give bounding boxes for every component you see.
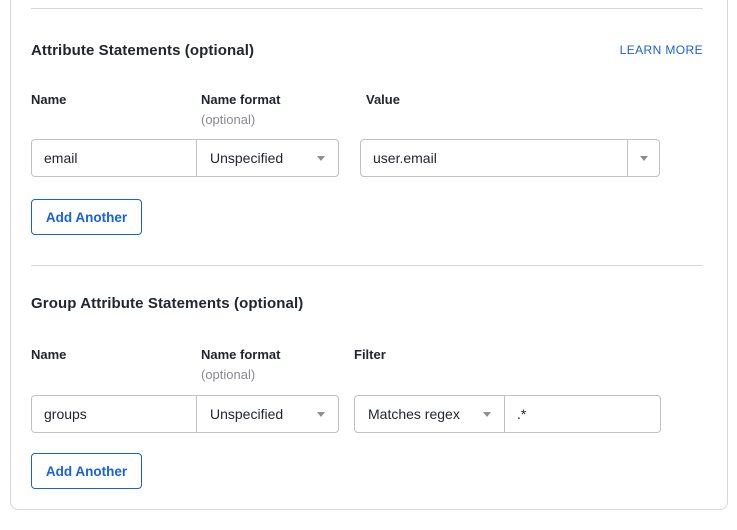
group-name-field [31, 395, 197, 433]
column-label-name: Name [31, 92, 66, 107]
attribute-name-input[interactable] [32, 140, 196, 176]
section-divider [31, 8, 703, 9]
attribute-name-format-select[interactable]: Unspecified [196, 139, 339, 177]
attribute-value-field [360, 139, 628, 177]
chevron-down-icon [317, 412, 325, 417]
add-another-group-attribute-button[interactable]: Add Another [31, 453, 142, 489]
attribute-name-field [31, 139, 197, 177]
chevron-down-icon [483, 412, 491, 417]
add-another-attribute-button[interactable]: Add Another [31, 199, 142, 235]
chevron-down-icon [640, 156, 648, 161]
group-filter-value-field [504, 395, 661, 433]
column-note-optional: (optional) [201, 367, 255, 382]
attribute-name-format-value: Unspecified [210, 150, 283, 166]
chevron-down-icon [317, 156, 325, 161]
column-note-optional: (optional) [201, 112, 255, 127]
learn-more-link[interactable]: LEARN MORE [600, 43, 703, 57]
attribute-value-dropdown-button[interactable] [627, 139, 660, 177]
attribute-statements-title: Attribute Statements (optional) [31, 42, 254, 59]
group-filter-type-select[interactable]: Matches regex [354, 395, 505, 433]
saml-settings-screen: Attribute Statements (optional) LEARN MO… [0, 0, 737, 530]
group-filter-value-input[interactable] [505, 396, 660, 432]
group-name-format-value: Unspecified [210, 406, 283, 422]
attribute-value-input[interactable] [361, 140, 627, 176]
group-attribute-statements-title: Group Attribute Statements (optional) [31, 295, 303, 312]
group-filter-type-value: Matches regex [368, 406, 460, 422]
group-name-format-select[interactable]: Unspecified [196, 395, 339, 433]
settings-card [10, 0, 728, 510]
column-label-name: Name [31, 347, 66, 362]
section-divider [31, 265, 703, 266]
group-name-input[interactable] [32, 396, 196, 432]
column-label-filter: Filter [354, 347, 386, 362]
column-label-name-format: Name format [201, 347, 280, 362]
column-label-value: Value [366, 92, 400, 107]
column-label-name-format: Name format [201, 92, 280, 107]
